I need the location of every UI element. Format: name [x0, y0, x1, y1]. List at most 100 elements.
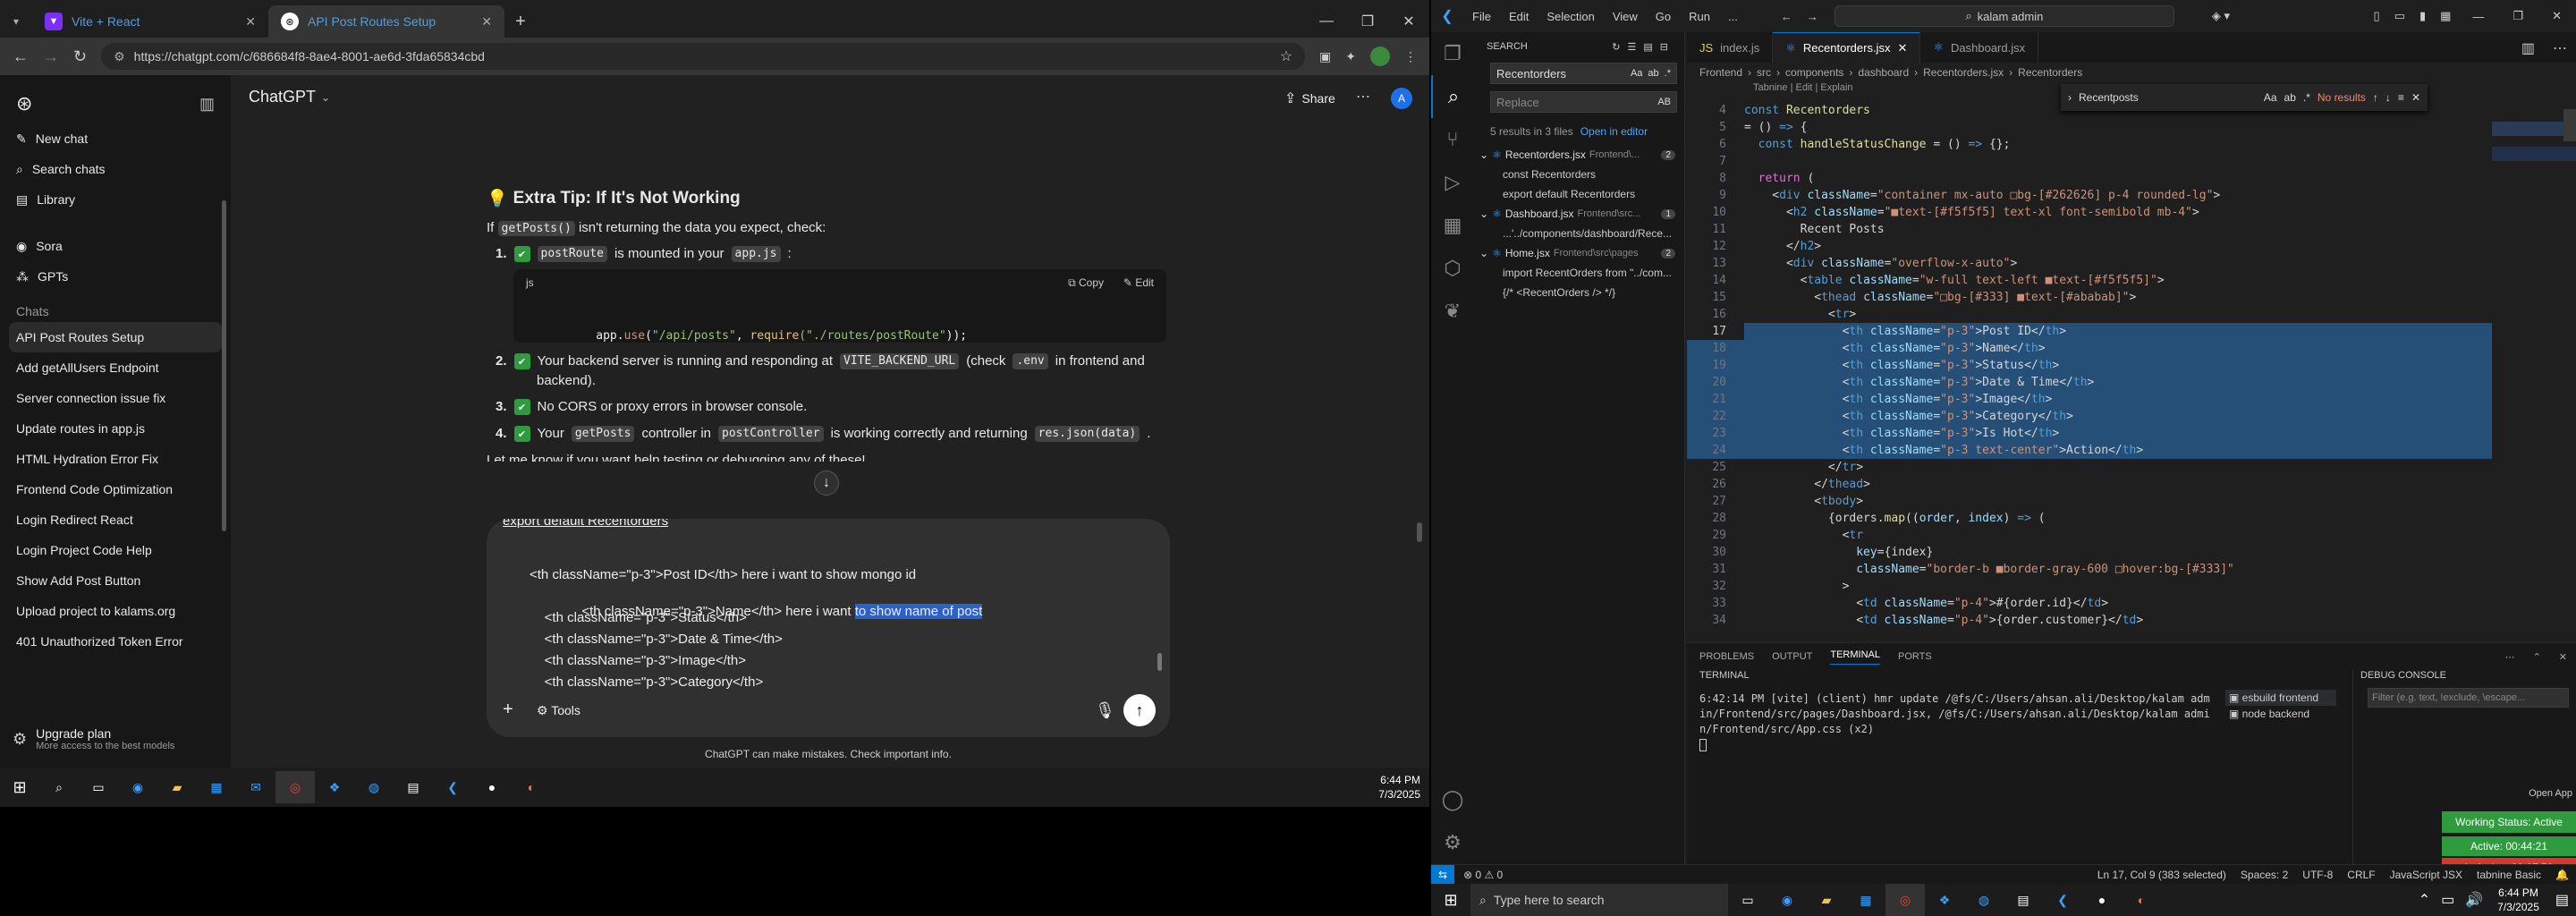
chat-item[interactable]: API Post Routes Setup — [9, 322, 222, 352]
layout-icon[interactable]: ▭ — [2387, 9, 2412, 23]
code-line[interactable]: 17 <th className="p-3">Post ID</th> — [1687, 323, 2492, 340]
menu-item[interactable]: View — [1604, 10, 1647, 23]
editor-tab[interactable]: ⚛ Dashboard.jsx — [1920, 32, 2039, 63]
chat-item[interactable]: HTML Hydration Error Fix — [9, 444, 222, 474]
chat-item[interactable]: Frontend Code Optimization — [9, 474, 222, 505]
code-line[interactable]: 25 </tr> — [1687, 459, 2492, 476]
panel-tab[interactable]: TERMINAL — [1830, 649, 1880, 665]
store-icon[interactable]: ▦ — [1846, 884, 1885, 916]
terminal-icon[interactable]: ▤ — [2004, 884, 2043, 916]
split-editor-icon[interactable]: ▥ — [2512, 32, 2544, 63]
new-chat-item[interactable]: ✎ New chat — [9, 123, 222, 154]
main-scrollbar[interactable] — [1417, 522, 1422, 542]
code-line[interactable]: 8 return ( — [1687, 170, 2492, 187]
chat-item[interactable]: Show Add Post Button — [9, 565, 222, 596]
extensions-icon[interactable]: ▦ — [1431, 204, 1474, 247]
close-sidebar-icon[interactable]: ▥ — [199, 95, 215, 114]
menu-item[interactable]: Run — [1680, 10, 1719, 23]
gpts-item[interactable]: ⁂ GPTs — [9, 261, 222, 292]
url-box[interactable]: ⚙ https://chatgpt.com/c/686684f8-8ae4-80… — [101, 43, 1306, 70]
store-icon[interactable]: ▦ — [197, 771, 236, 803]
breadcrumb-item[interactable]: Recentorders.jsx — [1923, 66, 2004, 79]
code-line[interactable]: 27 <tbody> — [1687, 493, 2492, 510]
file-explorer-icon[interactable]: ▰ — [1807, 884, 1846, 916]
tabnine-status[interactable]: tabnine Basic — [2470, 869, 2548, 881]
chat-item[interactable]: Server connection issue fix — [9, 383, 222, 413]
notification-center-icon[interactable]: ▤ — [2548, 891, 2576, 909]
new-search-icon[interactable]: ▤ — [1640, 41, 1656, 53]
send-button[interactable]: ↑ — [1123, 694, 1156, 726]
file-explorer-icon[interactable]: ▰ — [157, 771, 197, 803]
code-line[interactable]: 14 <table className="w-full text-left ■t… — [1687, 272, 2492, 289]
model-selector[interactable]: ChatGPT ⌄ — [249, 88, 330, 106]
zoom-icon[interactable]: ◍ — [1964, 884, 2004, 916]
copilot-icon[interactable]: ◈ ▾ — [2201, 9, 2241, 23]
volume-icon[interactable]: 🔊 — [2460, 891, 2488, 909]
run-debug-icon[interactable]: ▷ — [1431, 161, 1474, 204]
settings-gear-icon[interactable]: ⚙ — [1431, 821, 1474, 864]
code-line[interactable]: 20 <th className="p-3">Date & Time</th> — [1687, 374, 2492, 391]
terminal-list-item[interactable]: ▣ esbuild frontend — [2225, 690, 2336, 706]
whole-word-icon[interactable]: ab — [1648, 68, 1658, 79]
extensions-puzzle-icon[interactable]: ✦ — [1345, 49, 1356, 64]
browser-tab-chatgpt[interactable]: ⊛ API Post Routes Setup ✕ — [268, 5, 504, 38]
result-match[interactable]: export default Recentorders — [1474, 184, 1684, 204]
tools-button[interactable]: ⚙ Tools — [537, 703, 580, 718]
open-in-editor-link[interactable]: Open in editor — [1580, 125, 1648, 138]
sidebar-scrollbar[interactable] — [222, 200, 226, 531]
encoding-status[interactable]: UTF-8 — [2295, 869, 2340, 881]
menu-item[interactable]: Go — [1647, 10, 1680, 23]
breadcrumb-item[interactable]: Recentorders — [2018, 66, 2082, 79]
layout-icon[interactable]: ▮ — [2412, 9, 2433, 23]
url-text[interactable]: https://chatgpt.com/c/686684f8-8ae4-8001… — [134, 49, 485, 64]
close-icon[interactable]: ✕ — [245, 14, 256, 30]
scroll-down-icon[interactable]: ↓ — [814, 471, 839, 496]
layout-icon[interactable]: ▦ — [2433, 9, 2458, 23]
code-line[interactable]: 13 <div className="overflow-x-auto"> — [1687, 255, 2492, 272]
find-query[interactable]: Recentposts — [2079, 91, 2257, 104]
back-icon[interactable]: ← — [1774, 10, 1800, 23]
search-chats-item[interactable]: ⌕ Search chats — [9, 154, 222, 184]
vscode-icon[interactable]: ❮ — [433, 771, 472, 803]
account-icon[interactable]: ◯ — [1431, 778, 1474, 821]
search-input[interactable]: Recentorders Aa ab .* — [1490, 63, 1677, 84]
whole-word-icon[interactable]: ab — [2284, 91, 2296, 104]
clock[interactable]: 6:44 PM 7/3/2025 — [1378, 773, 1429, 802]
minimap[interactable] — [2492, 122, 2576, 301]
match-case-icon[interactable]: Aa — [1631, 68, 1642, 79]
code-line[interactable]: 6 const handleStatusChange = () => {}; — [1687, 136, 2492, 153]
maximize-icon[interactable]: ❐ — [2498, 9, 2538, 23]
more-actions-icon[interactable]: ⋯ — [2505, 651, 2515, 663]
close-icon[interactable]: ✕ — [1897, 41, 1907, 55]
close-window-icon[interactable]: ✕ — [2538, 9, 2576, 23]
tab-list-icon[interactable]: ▾ — [0, 5, 32, 38]
preserve-case-icon[interactable]: AB — [1657, 97, 1671, 107]
share-button[interactable]: ⇪ Share — [1284, 89, 1335, 107]
cursor-position[interactable]: Ln 17, Col 9 (383 selected) — [2090, 869, 2233, 881]
reload-icon[interactable]: ↻ — [73, 47, 87, 66]
breadcrumb-item[interactable]: Frontend — [1699, 66, 1742, 79]
match-case-icon[interactable]: Aa — [2264, 91, 2277, 104]
model-label[interactable]: ChatGPT — [249, 88, 316, 106]
minimize-icon[interactable]: — — [2458, 10, 2498, 23]
previous-match-icon[interactable]: ↑ — [2373, 91, 2378, 104]
code-line[interactable]: 28 {orders.map((order, index) => ( — [1687, 510, 2492, 527]
codelens[interactable]: Tabnine | Edit | Explain — [1753, 82, 1853, 93]
upgrade-plan[interactable]: ⚙ Upgrade plan More access to the best m… — [13, 726, 218, 751]
taskbar-search[interactable]: ⌕ Type here to search — [1470, 884, 1728, 916]
chat-item[interactable]: Login Project Code Help — [9, 535, 222, 565]
close-icon[interactable]: ✕ — [481, 14, 492, 30]
code-line[interactable]: 11 Recent Posts — [1687, 221, 2492, 238]
result-file[interactable]: ⌄ ⚛ Recentorders.jsx Frontend\... 2 — [1474, 145, 1684, 165]
chrome-icon[interactable]: ◎ — [1885, 884, 1925, 916]
windows-start-icon[interactable]: ⊞ — [1431, 884, 1470, 916]
result-match[interactable]: ...'../components/dashboard/Rece... — [1474, 224, 1684, 243]
remote-icon[interactable]: ⬡ — [1431, 247, 1474, 290]
code-line[interactable]: 34 <td className="p-4">{order.customer}<… — [1687, 612, 2492, 629]
breadcrumb-item[interactable]: components — [1785, 66, 1843, 79]
breadcrumb-item[interactable]: src — [1757, 66, 1771, 79]
back-icon[interactable]: ← — [13, 47, 29, 66]
code-line[interactable]: 22 <th className="p-3">Category</th> — [1687, 408, 2492, 425]
problems-status[interactable]: ⊗ 0 ⚠ 0 — [1454, 869, 1512, 881]
regex-icon[interactable]: .* — [2303, 91, 2310, 104]
